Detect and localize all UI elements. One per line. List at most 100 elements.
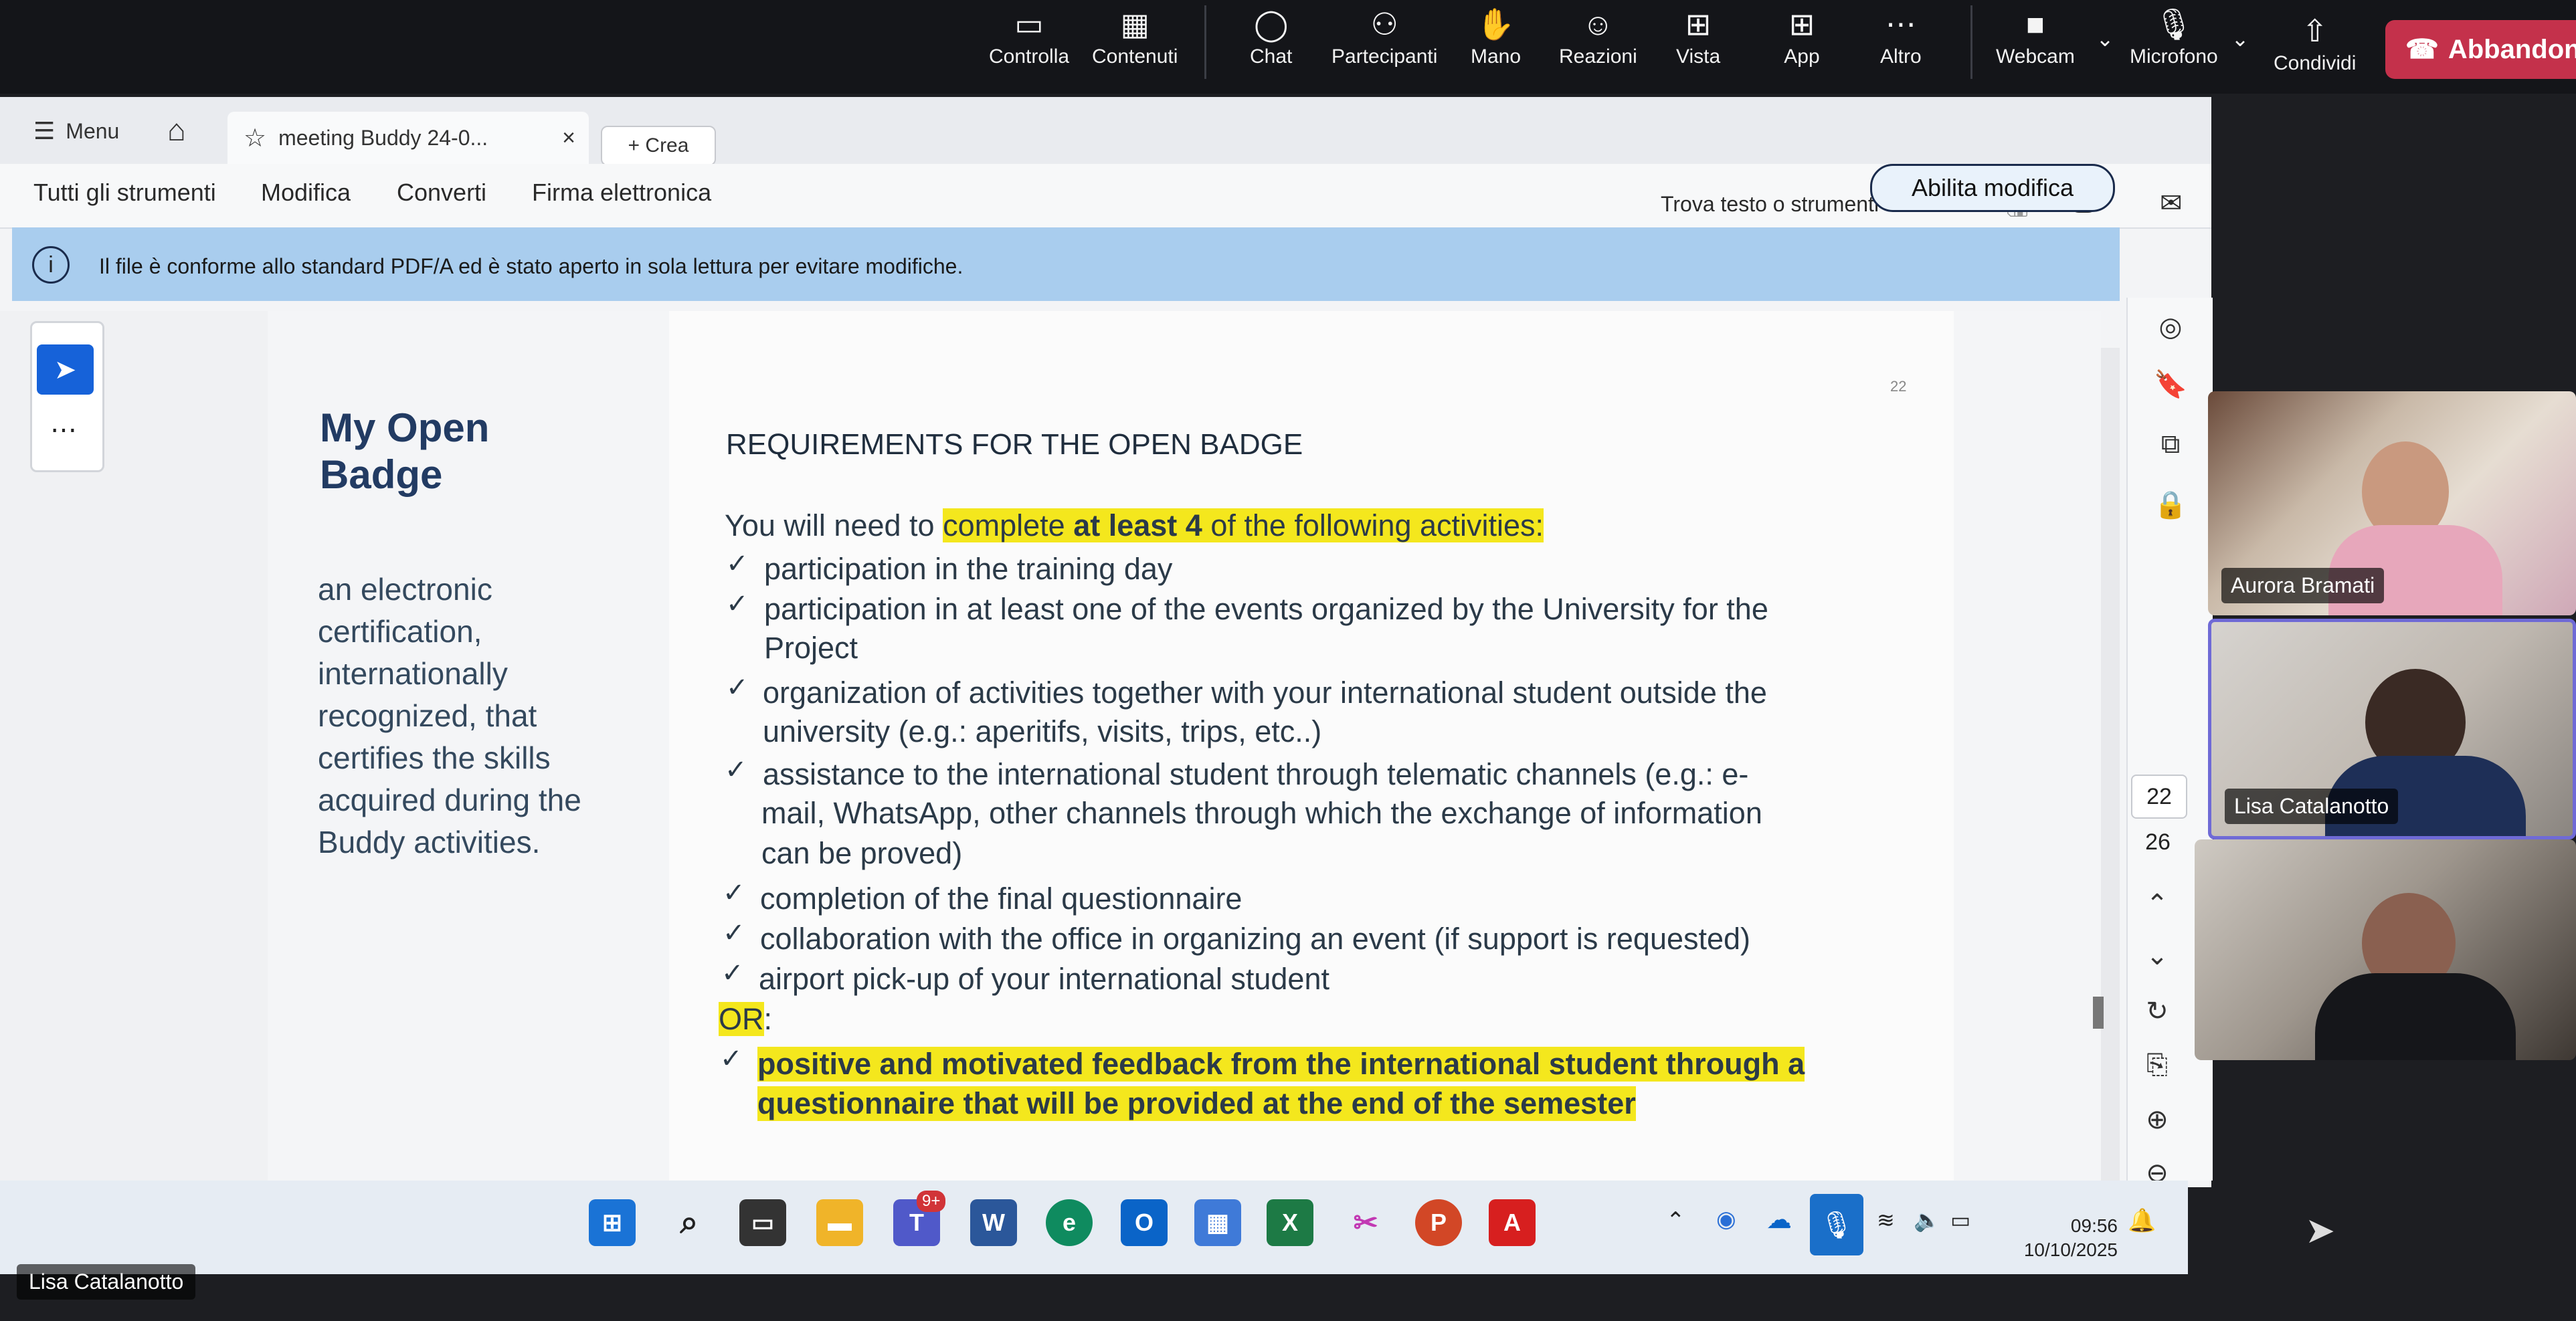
camera-options-chevron[interactable]: ⌄ (2086, 20, 2124, 58)
participant-tile[interactable] (2195, 839, 2576, 1060)
new-tab-button[interactable]: + Crea (601, 126, 716, 166)
battery-icon[interactable]: ▭ (1950, 1207, 1970, 1233)
cursor-arrow-icon: ➤ (54, 354, 77, 385)
chevron-down-icon: ⌄ (2231, 27, 2249, 51)
select-tool-button[interactable]: ➤ (37, 344, 94, 395)
list-item-continued: can be proved) (761, 836, 963, 870)
bookmark-icon[interactable]: 🔖 (2154, 368, 2187, 400)
list-item-continued: Project (764, 631, 858, 665)
participants-button[interactable]: ⚇ Partecipanti (1331, 5, 1437, 68)
participant-tile[interactable]: Aurora Bramati (2208, 391, 2576, 615)
comment-icon[interactable]: ◎ (2154, 311, 2187, 343)
edge-icon[interactable]: e (1046, 1199, 1093, 1246)
home-icon[interactable]: ⌂ (167, 112, 186, 148)
menu-button[interactable]: ☰ Menu (33, 117, 119, 145)
lock-document-icon[interactable]: 🔒 (2154, 488, 2187, 520)
menu-esign[interactable]: Firma elettronica (532, 179, 711, 207)
apps-icon: ⊞ (1788, 7, 1815, 41)
tab-strip: ☰ Menu ⌂ ☆ meeting Buddy 24-0... × + Cre… (0, 97, 2211, 194)
total-pages: 26 (2145, 829, 2171, 855)
camera-icon: ■ (2026, 7, 2045, 41)
list-item: assistance to the international student … (763, 757, 1749, 791)
controls-button[interactable]: ▭ Controlla (989, 5, 1069, 68)
raise-hand-icon: ✋ (1476, 7, 1515, 41)
camera-button[interactable]: ■ Webcam (1996, 5, 2075, 68)
alt-item: positive and motivated feedback from the… (757, 1047, 1805, 1082)
info-message: Il file è conforme allo standard PDF/A e… (99, 254, 963, 278)
powerpoint-icon[interactable]: P (1415, 1199, 1462, 1246)
menu-all-tools[interactable]: Tutti gli strumenti (33, 179, 216, 207)
mic-options-chevron[interactable]: ⌄ (2221, 20, 2259, 58)
participant-name: Aurora Bramati (2221, 568, 2385, 603)
scrollbar-thumb[interactable] (2093, 997, 2104, 1029)
windows-start-icon[interactable]: ⊞ (589, 1199, 636, 1246)
share-button[interactable]: ⇧ Condividi (2274, 12, 2356, 75)
document-tab[interactable]: ☆ meeting Buddy 24-0... × (227, 112, 589, 164)
info-icon: i (32, 246, 70, 284)
list-item-continued: mail, WhatsApp, other channels through w… (761, 796, 1762, 830)
raise-hand-button[interactable]: ✋ Mano (1471, 5, 1521, 68)
word-icon[interactable]: W (970, 1199, 1017, 1246)
chat-button[interactable]: ◯ Chat (1250, 5, 1292, 68)
volume-icon[interactable]: 🔈 (1914, 1207, 1940, 1233)
page-up-icon[interactable]: ⌃ (2141, 888, 2173, 920)
mic-tray-icon[interactable]: 🎙 (1810, 1194, 1863, 1255)
more-tools-icon[interactable]: ⋯ (50, 415, 77, 445)
participants-icon: ⚇ (1370, 7, 1398, 41)
check-icon: ✓ (720, 1044, 743, 1074)
apps-button[interactable]: ⊞ App (1783, 5, 1821, 68)
search-icon[interactable]: ⌕ (666, 1199, 713, 1246)
search-tools-field[interactable]: Trova testo o strumenti ⌕ (1661, 192, 1906, 217)
wifi-icon[interactable]: ≋ (1877, 1207, 1895, 1233)
notifications-bell-icon[interactable]: 🔔 (2128, 1207, 2156, 1234)
list-item: airport pick-up of your international st… (759, 962, 1329, 996)
reactions-icon: ☺ (1582, 7, 1614, 41)
outlook-icon[interactable]: O (1121, 1199, 1168, 1246)
self-name-tag: Lisa Catalanotto (17, 1264, 196, 1300)
page-down-icon[interactable]: ⌄ (2141, 940, 2173, 972)
leave-button[interactable]: ☎ Abbandona (2385, 20, 2576, 79)
list-item: collaboration with the office in organiz… (760, 922, 1751, 956)
scrollbar-track[interactable] (2101, 348, 2120, 1181)
list-item: participation in at least one of the eve… (764, 592, 1768, 626)
mic-button[interactable]: 🎙 Microfono (2130, 5, 2218, 68)
acrobat-icon[interactable]: A (1489, 1199, 1536, 1246)
participant-name: Lisa Catalanotto (2225, 789, 2399, 824)
view-icon: ⊞ (1685, 7, 1712, 41)
reactions-button[interactable]: ☺ Reazioni (1559, 5, 1637, 68)
email-icon[interactable]: ✉ (2160, 188, 2183, 219)
tray-chevron-icon[interactable]: ⌃ (1666, 1207, 1685, 1234)
zoom-in-icon[interactable]: ⊕ (2141, 1104, 2173, 1136)
system-clock[interactable]: 09:56 10/10/2025 (2007, 1214, 2118, 1262)
current-page-field[interactable]: 22 (2131, 775, 2187, 819)
toolbar-separator (1970, 5, 1972, 79)
share-icon: ⇧ (2302, 13, 2328, 48)
menu-edit[interactable]: Modifica (261, 179, 351, 207)
page-right-margin (1954, 311, 2101, 1181)
excel-icon[interactable]: X (1267, 1199, 1313, 1246)
check-icon: ✓ (725, 755, 747, 785)
onedrive-icon[interactable]: ☁ (1766, 1205, 1792, 1235)
badge-description: an electronic certification, internation… (318, 572, 581, 859)
more-button[interactable]: ⋯ Altro (1880, 5, 1922, 68)
task-view-icon[interactable]: ▭ (739, 1199, 786, 1246)
menu-convert[interactable]: Converti (397, 179, 486, 207)
list-item-continued: university (e.g.: aperitifs, visits, tri… (763, 714, 1322, 748)
or-label: OR: (719, 1002, 773, 1036)
network-app-icon[interactable]: ◉ (1716, 1206, 1736, 1233)
copy-pages-icon[interactable]: ⧉ (2154, 428, 2187, 460)
file-explorer-icon[interactable]: ▬ (816, 1199, 863, 1246)
content-button[interactable]: ▦ Contenuti (1092, 5, 1178, 68)
more-icon: ⋯ (1885, 7, 1916, 41)
enable-edit-button[interactable]: Abilita modifica (1870, 164, 2115, 212)
view-button[interactable]: ⊞ Vista (1676, 5, 1720, 68)
participant-tile-active[interactable]: Lisa Catalanotto (2208, 619, 2576, 839)
snipping-tool-icon[interactable]: ✂ (1342, 1199, 1389, 1246)
notification-badge: 9+ (917, 1191, 946, 1212)
calculator-icon[interactable]: ▦ (1194, 1199, 1241, 1246)
page-tools-icon[interactable]: ⎘ (2141, 1049, 2173, 1081)
quick-tools-panel (30, 321, 104, 472)
close-tab-icon[interactable]: × (562, 125, 575, 151)
list-item: completion of the final questionnaire (760, 882, 1243, 916)
refresh-icon[interactable]: ↻ (2141, 995, 2173, 1027)
